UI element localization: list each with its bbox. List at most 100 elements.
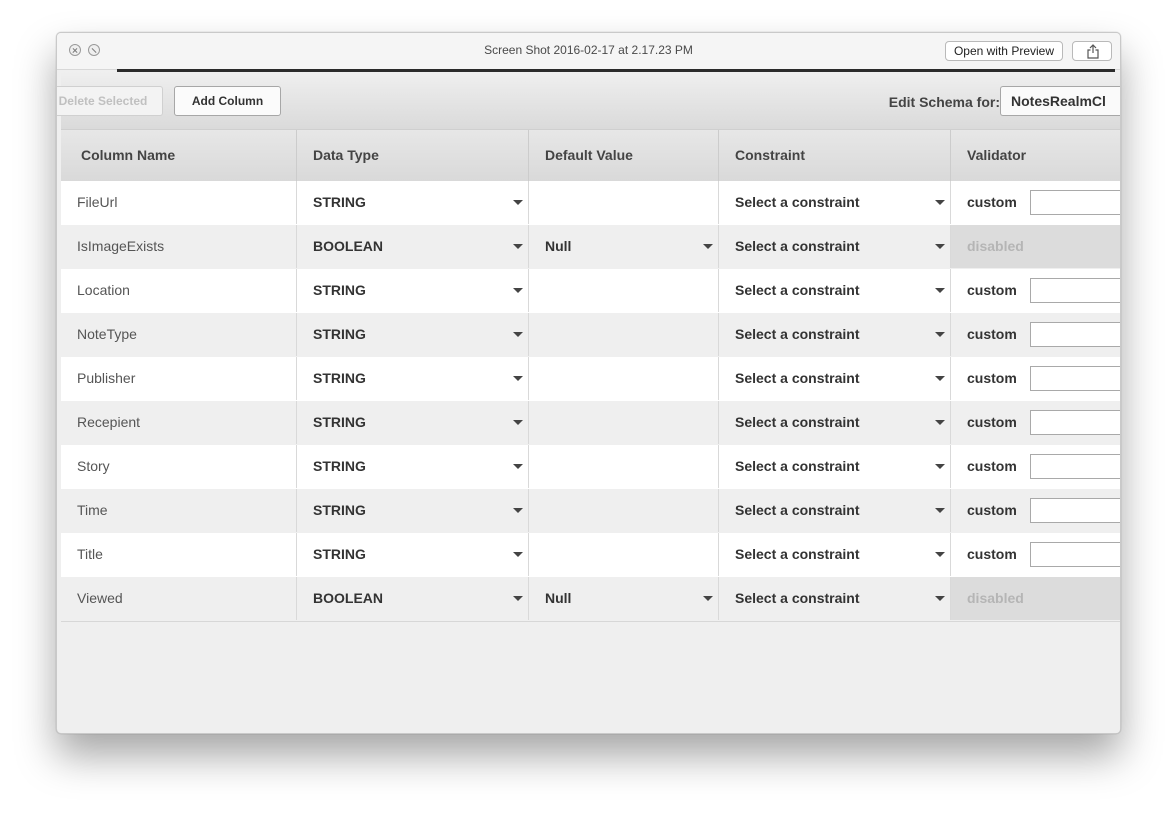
- header-column-name[interactable]: Column Name: [61, 130, 297, 181]
- default-value-cell[interactable]: [529, 313, 719, 356]
- data-type-select[interactable]: STRING: [297, 181, 529, 224]
- default-value-cell[interactable]: [529, 181, 719, 224]
- constraint-select[interactable]: Select a constraint: [719, 401, 951, 444]
- constraint-value: Select a constraint: [735, 590, 860, 606]
- default-value-select[interactable]: Null: [529, 225, 719, 268]
- validator-disabled: disabled: [951, 225, 1120, 268]
- validator-input[interactable]: [1030, 278, 1120, 303]
- default-value-cell[interactable]: [529, 533, 719, 576]
- table-row[interactable]: Location STRING Select a constraint custom: [61, 269, 1120, 314]
- validator-input[interactable]: [1030, 366, 1120, 391]
- default-value-cell[interactable]: [529, 401, 719, 444]
- header-validator[interactable]: Validator: [951, 130, 1120, 181]
- table-row[interactable]: Story STRING Select a constraint custom: [61, 445, 1120, 490]
- column-name-cell[interactable]: NoteType: [61, 313, 297, 356]
- constraint-value: Select a constraint: [735, 546, 860, 562]
- caret-down-icon: [703, 596, 713, 601]
- constraint-select[interactable]: Select a constraint: [719, 269, 951, 312]
- validator-type: custom: [967, 502, 1017, 518]
- data-type-select[interactable]: STRING: [297, 313, 529, 356]
- column-name-cell[interactable]: Story: [61, 445, 297, 488]
- validator-input[interactable]: [1030, 410, 1120, 435]
- caret-down-icon: [513, 332, 523, 337]
- default-value-cell[interactable]: [529, 269, 719, 312]
- preview-window: Screen Shot 2016-02-17 at 2.17.23 PM Ope…: [56, 32, 1121, 734]
- header-default-value[interactable]: Default Value: [529, 130, 719, 181]
- validator-cell: custom: [951, 181, 1120, 224]
- constraint-select[interactable]: Select a constraint: [719, 533, 951, 576]
- default-value-select[interactable]: Null: [529, 577, 719, 620]
- add-column-button[interactable]: Add Column: [174, 86, 281, 116]
- constraint-select[interactable]: Select a constraint: [719, 313, 951, 356]
- data-type-select[interactable]: STRING: [297, 401, 529, 444]
- table-row[interactable]: NoteType STRING Select a constraint custom: [61, 313, 1120, 358]
- default-value: Null: [545, 590, 572, 606]
- data-type-select[interactable]: STRING: [297, 269, 529, 312]
- caret-down-icon: [513, 552, 523, 557]
- table-row[interactable]: FileUrl STRING Select a constraint custom: [61, 181, 1120, 226]
- data-type-select[interactable]: STRING: [297, 533, 529, 576]
- caret-down-icon: [703, 244, 713, 249]
- data-type-value: STRING: [313, 458, 366, 474]
- validator-type: custom: [967, 414, 1017, 430]
- validator-cell: custom: [951, 401, 1120, 444]
- column-name-cell[interactable]: IsImageExists: [61, 225, 297, 268]
- validator-input[interactable]: [1030, 542, 1120, 567]
- column-name-cell[interactable]: Recepient: [61, 401, 297, 444]
- validator-type: custom: [967, 546, 1017, 562]
- column-name-cell[interactable]: FileUrl: [61, 181, 297, 224]
- validator-cell: custom: [951, 489, 1120, 532]
- caret-down-icon: [935, 508, 945, 513]
- constraint-value: Select a constraint: [735, 238, 860, 254]
- table-row[interactable]: IsImageExists BOOLEAN Null Select a constra…: [61, 225, 1120, 270]
- constraint-select[interactable]: Select a constraint: [719, 489, 951, 532]
- constraint-select[interactable]: Select a constraint: [719, 577, 951, 620]
- data-type-value: STRING: [313, 546, 366, 562]
- column-name-cell[interactable]: Title: [61, 533, 297, 576]
- validator-type: custom: [967, 370, 1017, 386]
- data-type-value: STRING: [313, 282, 366, 298]
- table-row[interactable]: Time STRING Select a constraint custom: [61, 489, 1120, 534]
- table-row[interactable]: Viewed BOOLEAN Null Select a constraint disa…: [61, 577, 1120, 622]
- column-name-cell[interactable]: Location: [61, 269, 297, 312]
- data-type-select[interactable]: BOOLEAN: [297, 225, 529, 268]
- table-row[interactable]: Publisher STRING Select a constraint custom: [61, 357, 1120, 402]
- data-type-value: BOOLEAN: [313, 590, 383, 606]
- share-button[interactable]: [1072, 41, 1112, 61]
- constraint-select[interactable]: Select a constraint: [719, 445, 951, 488]
- open-with-preview-button[interactable]: Open with Preview: [944, 41, 1063, 61]
- delete-selected-button[interactable]: Delete Selected: [57, 86, 163, 116]
- table-row[interactable]: Recepient STRING Select a constraint custom: [61, 401, 1120, 446]
- header-constraint[interactable]: Constraint: [719, 130, 951, 181]
- data-type-value: STRING: [313, 414, 366, 430]
- default-value-cell[interactable]: [529, 489, 719, 532]
- data-type-value: STRING: [313, 326, 366, 342]
- data-type-select[interactable]: STRING: [297, 489, 529, 532]
- caret-down-icon: [935, 420, 945, 425]
- validator-cell: custom: [951, 269, 1120, 312]
- validator-input[interactable]: [1030, 498, 1120, 523]
- caret-down-icon: [935, 376, 945, 381]
- column-name-cell[interactable]: Time: [61, 489, 297, 532]
- validator-cell: custom: [951, 357, 1120, 400]
- column-name-cell[interactable]: Viewed: [61, 577, 297, 620]
- default-value-cell[interactable]: [529, 357, 719, 400]
- default-value-cell[interactable]: [529, 445, 719, 488]
- validator-input[interactable]: [1030, 322, 1120, 347]
- constraint-select[interactable]: Select a constraint: [719, 225, 951, 268]
- data-type-select[interactable]: STRING: [297, 445, 529, 488]
- caret-down-icon: [935, 464, 945, 469]
- constraint-select[interactable]: Select a constraint: [719, 181, 951, 224]
- constraint-value: Select a constraint: [735, 326, 860, 342]
- validator-input[interactable]: [1030, 190, 1120, 215]
- validator-input[interactable]: [1030, 454, 1120, 479]
- data-type-select[interactable]: STRING: [297, 357, 529, 400]
- data-type-select[interactable]: BOOLEAN: [297, 577, 529, 620]
- header-data-type[interactable]: Data Type: [297, 130, 529, 181]
- schema-select[interactable]: NotesRealmCl: [1000, 86, 1120, 116]
- table-row[interactable]: Title STRING Select a constraint custom: [61, 533, 1120, 578]
- caret-down-icon: [935, 200, 945, 205]
- constraint-select[interactable]: Select a constraint: [719, 357, 951, 400]
- column-name-cell[interactable]: Publisher: [61, 357, 297, 400]
- caret-down-icon: [935, 552, 945, 557]
